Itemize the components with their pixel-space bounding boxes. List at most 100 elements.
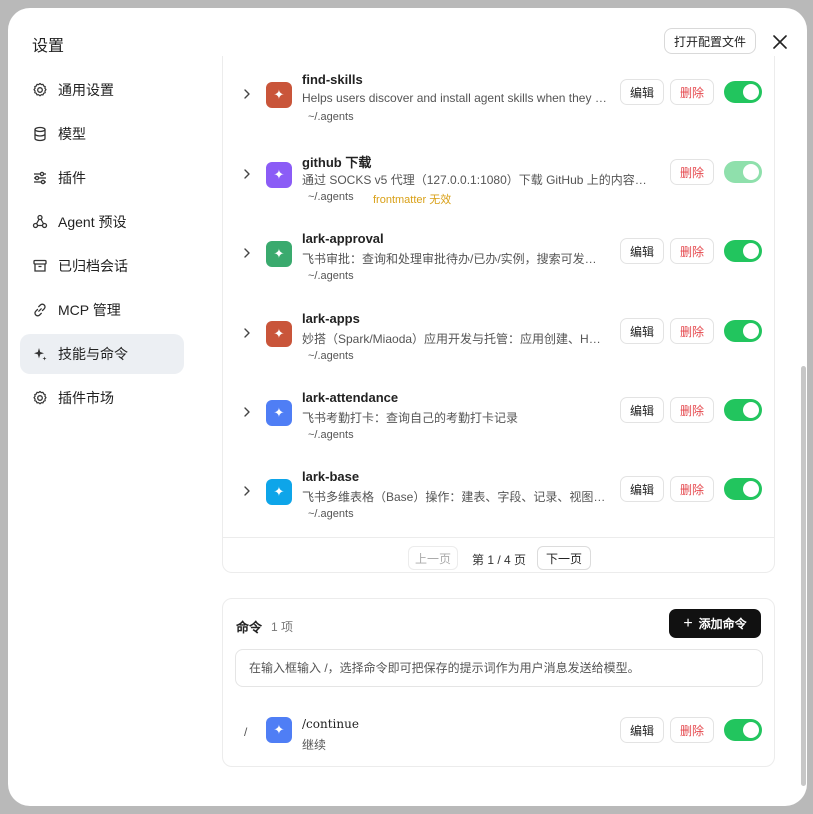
delete-button[interactable]: 删除 [670, 717, 714, 743]
chevron-right-icon[interactable] [241, 406, 253, 418]
skill-description: 飞书考勤打卡：查询自己的考勤打卡记录 [302, 411, 519, 425]
agent-icon [32, 214, 48, 229]
skill-row: ✦ lark-base 飞书多维表格（Base）操作：建表、字段、记录、视图… … [223, 459, 774, 538]
skill-name: lark-apps [302, 311, 360, 326]
chevron-right-icon[interactable] [241, 247, 253, 259]
chevron-right-icon[interactable] [241, 88, 253, 100]
sidebar-item-plugins[interactable]: 插件 [20, 158, 184, 198]
edit-button[interactable]: 编辑 [620, 318, 664, 344]
sidebar-item-general[interactable]: 通用设置 [20, 70, 184, 110]
skill-name: github 下载 [302, 155, 372, 170]
skill-path: ~/.agents [308, 508, 354, 520]
skill-toggle[interactable] [724, 478, 762, 500]
settings-sidebar: 通用设置 模型 插件 Agent 预设 已归档会话 MCP 管理 技能与命令 插… [20, 70, 184, 422]
page-indicator: 第 1 / 4 页 [472, 553, 527, 567]
sidebar-item-mcp[interactable]: MCP 管理 [20, 290, 184, 330]
open-config-button[interactable]: 打开配置文件 [664, 28, 756, 54]
add-command-label: 添加命令 [698, 617, 747, 631]
settings-dialog: 设置 打开配置文件 通用设置 模型 插件 Agent 预设 已归档会话 MCP … [8, 8, 807, 806]
command-name: /continue [302, 717, 359, 731]
edit-button[interactable]: 编辑 [620, 397, 664, 423]
skill-description: 飞书多维表格（Base）操作：建表、字段、记录、视图… [302, 490, 606, 504]
skill-toggle[interactable] [724, 399, 762, 421]
delete-button[interactable]: 删除 [670, 476, 714, 502]
delete-button[interactable]: 删除 [670, 238, 714, 264]
close-icon[interactable] [768, 30, 792, 54]
skill-row: ✦ lark-apps 妙搭（Spark/Miaoda）应用开发与托管：应用创建… [223, 301, 774, 380]
skill-path: ~/.agents [308, 111, 354, 123]
delete-button[interactable]: 删除 [670, 79, 714, 105]
sidebar-item-label: Agent 预设 [58, 214, 127, 230]
skill-row: ✦ lark-approval 飞书审批：查询和处理审批待办/已办/实例，搜索可… [223, 221, 774, 300]
sidebar-item-label: 已归档会话 [58, 258, 128, 274]
edit-button[interactable]: 编辑 [620, 79, 664, 105]
skill-sparkle-icon: ✦ [266, 82, 292, 108]
skill-toggle[interactable] [724, 81, 762, 103]
dialog-title: 设置 [32, 38, 65, 55]
command-row: / ✦ /continue 继续 编辑 删除 [223, 707, 774, 757]
skill-path: ~/.agents [308, 429, 354, 441]
skill-toggle[interactable] [724, 320, 762, 342]
skill-sparkle-icon: ✦ [266, 400, 292, 426]
skill-sparkle-icon: ✦ [266, 479, 292, 505]
gear-icon [33, 82, 47, 97]
skill-toggle[interactable] [724, 161, 762, 183]
skill-name: lark-attendance [302, 390, 399, 405]
skill-name: lark-approval [302, 231, 384, 246]
commands-hint: 在输入框输入 /，选择命令即可把保存的提示词作为用户消息发送给模型。 [235, 649, 763, 687]
sidebar-item-label: 通用设置 [58, 82, 114, 98]
chevron-right-icon[interactable] [241, 485, 253, 497]
skill-sparkle-icon: ✦ [266, 162, 292, 188]
pagination: 上一页 第 1 / 4 页 下一页 [223, 537, 774, 573]
sidebar-item-label: 技能与命令 [58, 346, 128, 362]
sidebar-item-models[interactable]: 模型 [20, 114, 184, 154]
skill-description: 妙搭（Spark/Miaoda）应用开发与托管：应用创建、HT… [302, 332, 608, 346]
sidebar-item-label: 插件市场 [58, 390, 114, 406]
edit-button[interactable]: 编辑 [620, 238, 664, 264]
next-page-button[interactable]: 下一页 [537, 546, 591, 570]
edit-button[interactable]: 编辑 [620, 717, 664, 743]
delete-button[interactable]: 删除 [670, 397, 714, 423]
commands-section: 命令 1 项 + 添加命令 在输入框输入 /，选择命令即可把保存的提示词作为用户… [222, 598, 775, 767]
skill-path: ~/.agents [308, 350, 354, 362]
chevron-right-icon[interactable] [241, 168, 253, 180]
gear-icon [33, 390, 47, 405]
skill-description: 飞书审批：查询和处理审批待办/已办/实例，搜索可发起… [302, 252, 608, 266]
archive-icon [33, 259, 47, 272]
add-command-button[interactable]: + 添加命令 [669, 609, 761, 638]
chevron-right-icon[interactable] [241, 327, 253, 339]
skills-content: ✦ find-skills Helps users discover and i… [222, 56, 775, 806]
skill-description: 通过 SOCKS v5 代理（127.0.0.1:1080）下载 GitHub … [302, 173, 658, 187]
command-description: 继续 [302, 738, 327, 752]
link-icon [34, 303, 46, 317]
command-sparkle-icon: ✦ [266, 717, 292, 743]
skill-path: ~/.agents [308, 270, 354, 282]
edit-button[interactable]: 编辑 [620, 476, 664, 502]
skill-name: find-skills [302, 72, 363, 87]
delete-button[interactable]: 删除 [670, 159, 714, 185]
delete-button[interactable]: 删除 [670, 318, 714, 344]
sidebar-item-label: 模型 [58, 126, 86, 142]
skill-sparkle-icon: ✦ [266, 241, 292, 267]
sidebar-item-plugin-market[interactable]: 插件市场 [20, 378, 184, 418]
sidebar-item-label: 插件 [58, 170, 86, 186]
scrollbar[interactable] [801, 366, 806, 786]
skill-row: ✦ find-skills Helps users discover and i… [223, 62, 774, 141]
database-icon [34, 126, 46, 142]
sidebar-item-agent-presets[interactable]: Agent 预设 [20, 202, 184, 242]
command-toggle[interactable] [724, 719, 762, 741]
commands-count: 1 项 [271, 620, 294, 634]
sliders-icon [34, 171, 46, 185]
command-slash: / [244, 725, 248, 739]
plus-icon: + [683, 614, 693, 632]
skill-toggle[interactable] [724, 240, 762, 262]
commands-title: 命令 [236, 620, 263, 635]
prev-page-button[interactable]: 上一页 [408, 546, 458, 570]
skill-sparkle-icon: ✦ [266, 321, 292, 347]
sidebar-item-skills-commands[interactable]: 技能与命令 [20, 334, 184, 374]
skill-name: lark-base [302, 469, 360, 484]
skills-list: ✦ find-skills Helps users discover and i… [222, 56, 775, 573]
sidebar-item-label: MCP 管理 [58, 302, 121, 318]
skill-description: Helps users discover and install agent s… [302, 91, 608, 105]
sidebar-item-archived[interactable]: 已归档会话 [20, 246, 184, 286]
